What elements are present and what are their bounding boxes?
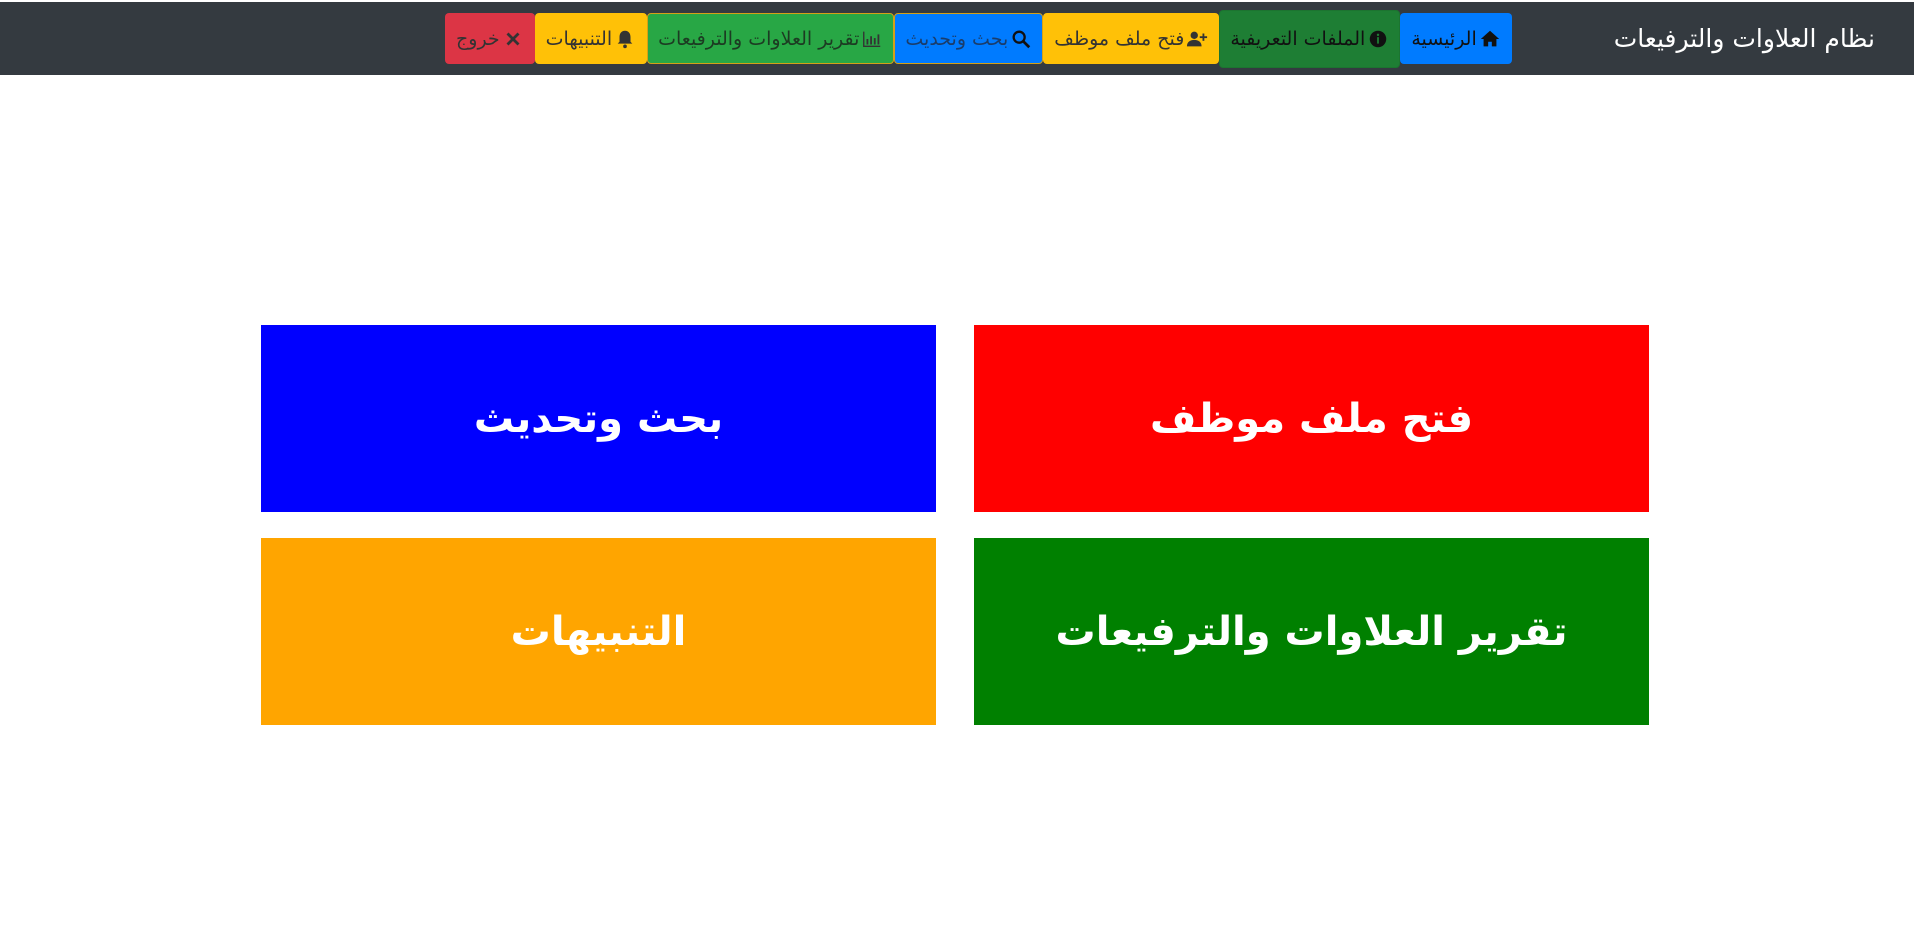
chart-icon <box>861 28 883 50</box>
search-icon <box>1010 28 1032 50</box>
info-circle-icon <box>1367 28 1389 50</box>
tile-alerts-label: التنبيهات <box>510 608 687 655</box>
tile-raises-report-label: تقرير العلاوات والترفيعات <box>1055 608 1568 655</box>
nav-alerts-button[interactable]: التنبيهات <box>534 13 648 64</box>
bell-icon <box>614 28 636 50</box>
nav-search-label: بحث وتحديث <box>905 27 1009 50</box>
nav-exit-button[interactable]: خروج <box>445 13 535 64</box>
home-icon <box>1479 28 1501 50</box>
nav-open-employee-label: فتح ملف موظف <box>1054 27 1185 50</box>
nav-home-button[interactable]: الرئيسية <box>1400 13 1512 64</box>
top-navbar: نظام العلاوات والترفيعات الرئيسية الملفا… <box>0 2 1914 75</box>
close-icon <box>502 28 524 50</box>
nav-home-label: الرئيسية <box>1411 27 1477 50</box>
nav-report-label: تقرير العلاوات والترفيعات <box>658 27 860 50</box>
tile-search-update-label: بحث وتحديث <box>473 395 724 442</box>
nav-exit-label: خروج <box>456 27 500 50</box>
nav-alerts-label: التنبيهات <box>545 27 613 50</box>
tile-alerts[interactable]: التنبيهات <box>261 538 936 725</box>
user-plus-icon <box>1186 28 1208 50</box>
nav-profiles-label: الملفات التعريفية <box>1230 27 1366 50</box>
tile-search-update[interactable]: بحث وتحديث <box>261 325 936 512</box>
nav-profiles-button[interactable]: الملفات التعريفية <box>1219 9 1401 68</box>
app-brand[interactable]: نظام العلاوات والترفيعات <box>1614 24 1875 53</box>
tile-open-employee[interactable]: فتح ملف موظف <box>974 325 1649 512</box>
tile-open-employee-label: فتح ملف موظف <box>1149 395 1474 442</box>
nav-search-button[interactable]: بحث وتحديث <box>894 13 1044 64</box>
nav-open-employee-button[interactable]: فتح ملف موظف <box>1043 13 1220 64</box>
nav-menu: الرئيسية الملفات التعريفية فتح ملف موظف … <box>445 9 1512 68</box>
tile-raises-report[interactable]: تقرير العلاوات والترفيعات <box>974 538 1649 725</box>
nav-report-button[interactable]: تقرير العلاوات والترفيعات <box>647 13 895 64</box>
